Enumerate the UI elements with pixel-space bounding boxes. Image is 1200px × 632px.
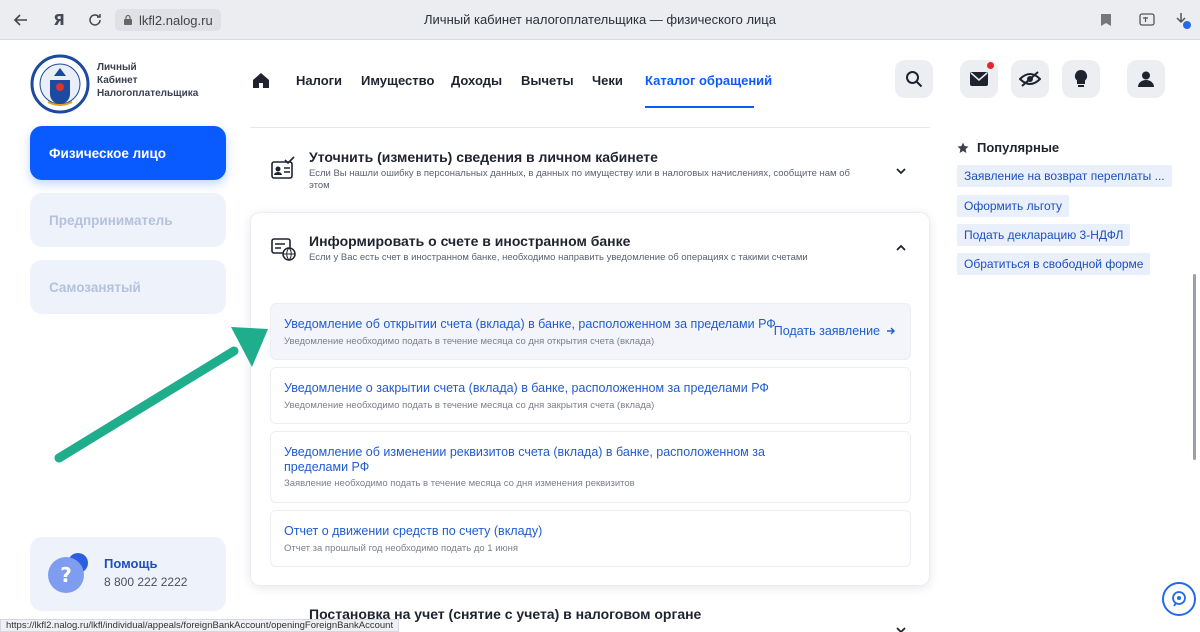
profile-button[interactable] (1127, 60, 1165, 98)
nav-active-underline (645, 106, 754, 108)
chevron-down-icon[interactable] (894, 623, 908, 632)
translate-icon[interactable] (1136, 9, 1158, 31)
home-icon[interactable] (252, 71, 270, 89)
sub-item-closing-notice[interactable]: Уведомление о закрытии счета (вклада) в … (270, 367, 911, 424)
user-icon (1138, 71, 1154, 87)
sub-item-title[interactable]: Уведомление об изменении реквизитов счет… (284, 445, 765, 475)
bank-globe-icon (271, 238, 296, 261)
sub-item-details-change-notice[interactable]: Уведомление об изменении реквизитов счет… (270, 431, 911, 503)
logo-line-2: Кабинет (97, 75, 138, 86)
sub-item-description: Уведомление необходимо подать в течение … (284, 400, 655, 411)
sub-item-title[interactable]: Отчет о движении средств по счету (вклад… (284, 524, 542, 539)
lock-icon (124, 14, 132, 25)
sidebar: Личный Кабинет Налогоплательщика Физичес… (0, 40, 240, 632)
sidebar-item-label: Предприниматель (49, 212, 173, 228)
nav-appeals-catalog[interactable]: Каталог обращений (645, 73, 772, 88)
browser-toolbar: Я lkfl2.nalog.ru Личный кабинет налогопл… (0, 0, 1200, 40)
section-description: Если Вы нашли ошибку в персональных данн… (309, 168, 850, 191)
section-description: Если у Вас есть счет в иностранном банке… (309, 252, 808, 263)
nav-income[interactable]: Доходы (451, 73, 502, 88)
page: Личный Кабинет Налогоплательщика Физичес… (0, 40, 1200, 632)
address-bar[interactable]: lkfl2.nalog.ru (115, 9, 221, 31)
sub-item-description: Отчет за прошлый год необходимо подать д… (284, 543, 519, 554)
mail-icon (970, 72, 988, 86)
popular-tag-free-form[interactable]: Обратиться в свободной форме (957, 253, 1151, 275)
sub-item-description: Заявление необходимо подать в течение ме… (284, 478, 635, 489)
yandex-icon[interactable]: Я (48, 9, 70, 31)
visibility-toggle-button[interactable] (1011, 60, 1049, 98)
tips-button[interactable] (1062, 60, 1100, 98)
popular-heading: Популярные (957, 140, 1059, 155)
svg-text:?: ? (60, 563, 72, 587)
nav-taxes[interactable]: Налоги (296, 73, 342, 88)
chevron-down-icon[interactable] (894, 164, 908, 178)
back-icon[interactable] (10, 9, 32, 31)
sub-item-opening-notice[interactable]: Уведомление об открытии счета (вклада) в… (270, 303, 911, 360)
bookmark-icon[interactable] (1095, 9, 1117, 31)
sidebar-item-self-employed[interactable]: Самозанятый (30, 260, 226, 314)
logo-title: Личный Кабинет Налогоплательщика (97, 61, 198, 100)
scrollbar-thumb[interactable] (1193, 274, 1196, 460)
submit-application-label: Подать заявление (773, 324, 880, 338)
messages-button[interactable] (960, 60, 998, 98)
status-bar-url: https://lkfl2.nalog.ru/lkfl/individual/a… (0, 619, 400, 632)
popular-tag-benefit[interactable]: Оформить льготу (957, 195, 1069, 217)
nav-receipts[interactable]: Чеки (592, 73, 623, 88)
sub-item-title-line-2: пределами РФ (284, 460, 370, 474)
popular-heading-text: Популярные (977, 140, 1060, 155)
logo-line-1: Личный (97, 62, 137, 73)
section-update-info[interactable]: Уточнить (изменить) сведения в личном ка… (250, 140, 930, 200)
help-question-icon: ? (48, 553, 88, 593)
chat-button[interactable] (1162, 582, 1196, 616)
popular-tag-refund[interactable]: Заявление на возврат переплаты ... (957, 165, 1172, 187)
sub-item-title-line-1: Уведомление об изменении реквизитов счет… (284, 445, 765, 459)
section-foreign-bank[interactable]: Информировать о счете в иностранном банк… (250, 224, 930, 274)
sub-item-description: Уведомление необходимо подать в течение … (284, 336, 655, 347)
arrow-right-icon (887, 327, 895, 335)
sidebar-item-individual[interactable]: Физическое лицо (30, 126, 226, 180)
star-icon (957, 142, 969, 153)
help-phone: 8 800 222 2222 (104, 575, 188, 589)
sub-item-title[interactable]: Уведомление о закрытии счета (вклада) в … (284, 381, 769, 396)
chat-icon (1172, 591, 1186, 607)
help-title: Помощь (104, 556, 158, 571)
sidebar-item-entrepreneur[interactable]: Предприниматель (30, 193, 226, 247)
section-title: Информировать о счете в иностранном банк… (309, 233, 631, 249)
nav-property[interactable]: Имущество (361, 73, 434, 88)
logo-line-3: Налогоплательщика (97, 88, 199, 99)
profile-card-icon (271, 156, 295, 179)
section-title: Уточнить (изменить) сведения в личном ка… (309, 149, 658, 165)
nav-deductions[interactable]: Вычеты (521, 73, 574, 88)
header-divider (250, 127, 930, 128)
chevron-up-icon[interactable] (894, 241, 908, 255)
eye-off-icon (1019, 71, 1041, 87)
search-icon (906, 71, 923, 88)
sub-item-funds-report[interactable]: Отчет о движении средств по счету (вклад… (270, 510, 911, 567)
submit-application-link[interactable]: Подать заявление (774, 324, 896, 338)
download-icon[interactable] (1171, 9, 1193, 31)
sidebar-item-label: Физическое лицо (49, 145, 167, 161)
url-text: lkfl2.nalog.ru (139, 12, 213, 28)
lightbulb-icon (1074, 69, 1088, 87)
sidebar-item-label: Самозанятый (49, 279, 141, 295)
search-button[interactable] (895, 60, 933, 98)
fns-emblem-icon (30, 54, 90, 114)
notification-dot (987, 62, 994, 69)
sub-item-title[interactable]: Уведомление об открытии счета (вклада) в… (284, 317, 776, 332)
reload-icon[interactable] (84, 9, 106, 31)
popular-tag-declaration[interactable]: Подать декларацию 3-НДФЛ (957, 224, 1131, 246)
help-block[interactable]: ? Помощь 8 800 222 2222 (30, 537, 226, 611)
